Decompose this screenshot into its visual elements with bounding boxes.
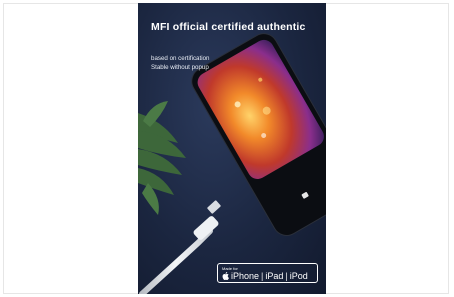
separator: | — [285, 271, 288, 281]
separator: | — [261, 271, 264, 281]
apple-logo-icon — [222, 272, 229, 280]
headline: MFI official certified authentic — [151, 21, 306, 33]
subtitle: based on certification Stable without po… — [151, 55, 209, 72]
subtitle-line-2: Stable without popup — [151, 63, 209, 71]
lightning-cable — [139, 200, 221, 294]
ipad-label: iPad — [265, 271, 284, 281]
subtitle-line-1: based on certification — [151, 55, 210, 62]
ipod-label: iPod — [289, 271, 308, 281]
product-illustration — [138, 33, 326, 294]
made-for-apple-badge: Made for iPhone | iPad | iPod — [217, 263, 318, 283]
iphone-label: iPhone — [231, 271, 260, 281]
device-list: iPhone | iPad | iPod — [222, 271, 308, 281]
product-poster: MFI official certified authentic based o… — [138, 3, 326, 294]
plant-leaves — [138, 101, 186, 215]
